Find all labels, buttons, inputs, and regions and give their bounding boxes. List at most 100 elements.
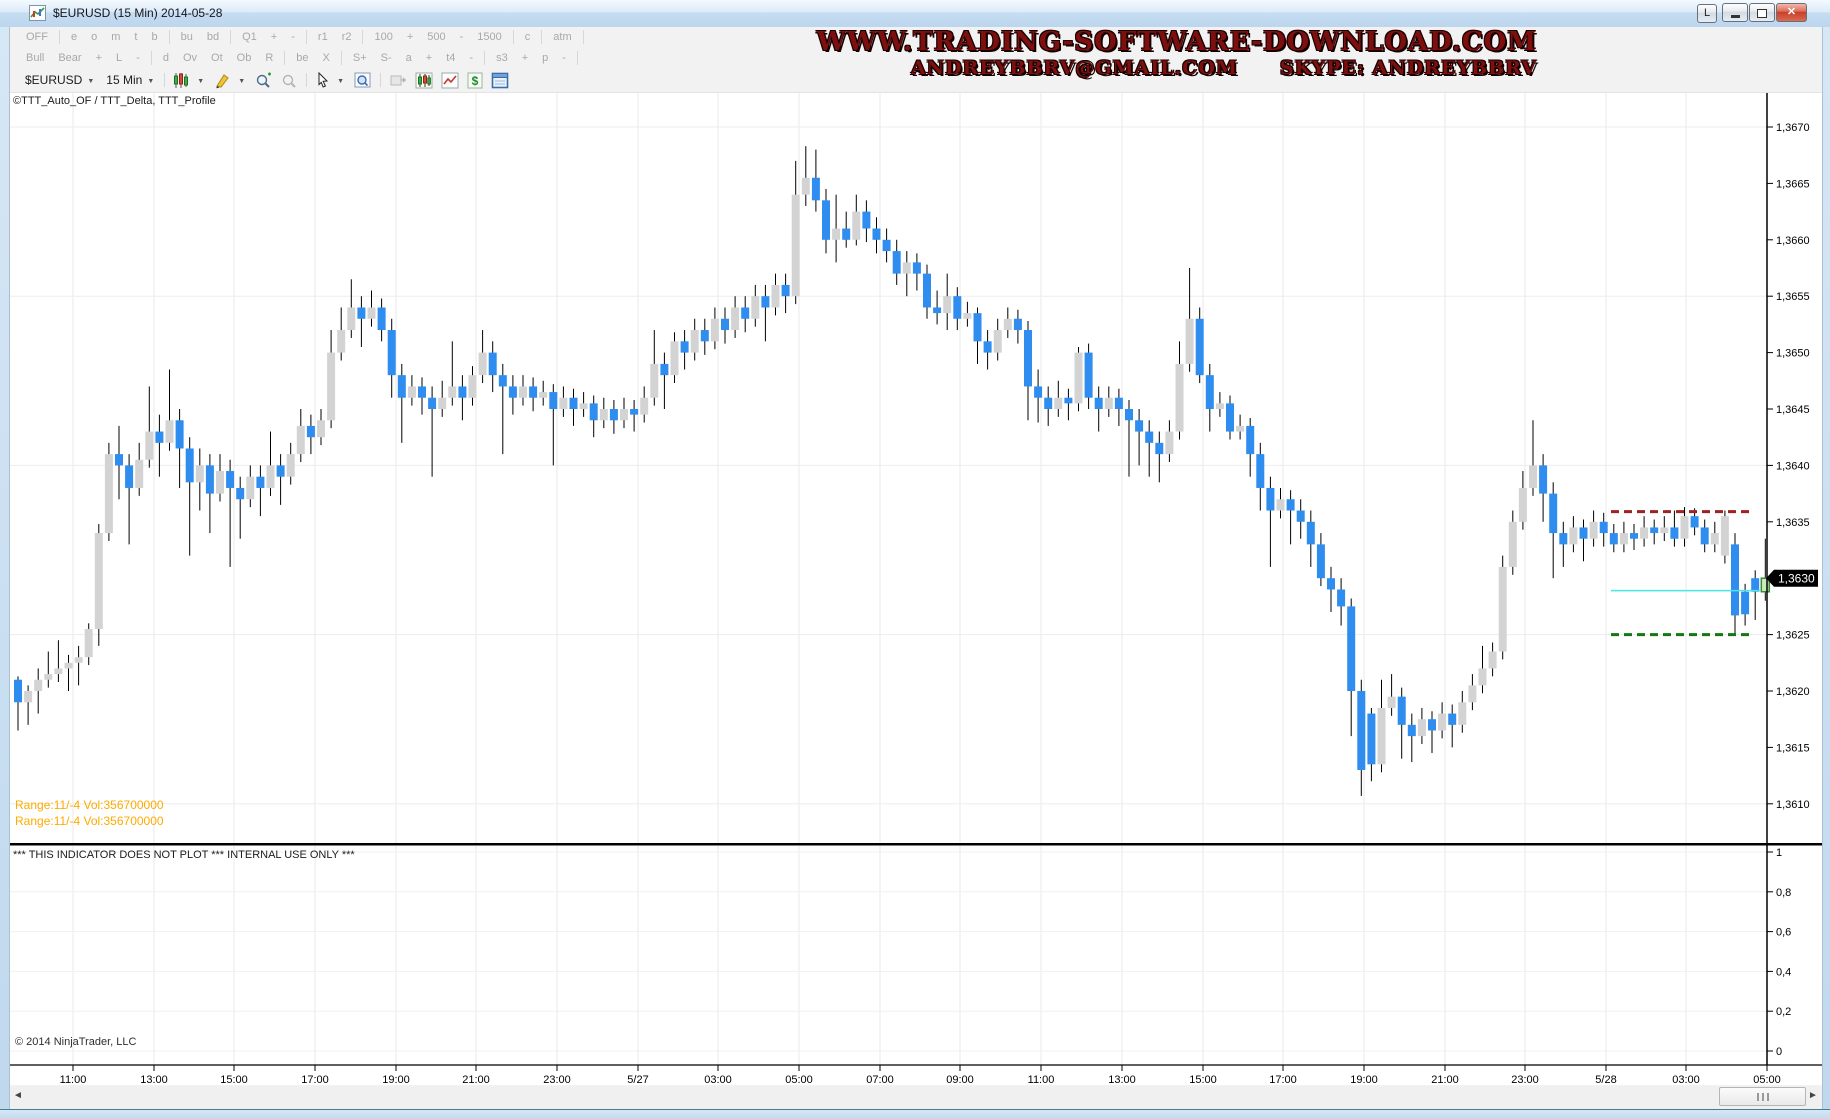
- candle: [408, 386, 416, 397]
- candle: [1600, 522, 1608, 533]
- tb2-btn-S[interactable]: S+: [353, 52, 367, 64]
- tb1-btn-b[interactable]: b: [151, 31, 157, 43]
- tb1-btn-atm[interactable]: atm: [553, 31, 571, 43]
- tb1-btn-100[interactable]: 100: [374, 31, 392, 43]
- candle: [1691, 516, 1699, 527]
- tb2-btn-X[interactable]: X: [323, 52, 330, 64]
- scroll-left-icon[interactable]: ◄: [13, 1090, 23, 1101]
- tb1-btn-Q1[interactable]: Q1: [242, 31, 257, 43]
- tb1-btn-o[interactable]: o: [91, 31, 97, 43]
- candle: [802, 178, 810, 195]
- minimize-button[interactable]: [1722, 3, 1748, 22]
- tb1-btn-[interactable]: +: [271, 31, 277, 43]
- pane-separator[interactable]: [9, 843, 1822, 846]
- time-axis-label: 05:00: [1753, 1074, 1781, 1085]
- tb2-btn-R[interactable]: R: [265, 52, 273, 64]
- chart-type-icon[interactable]: [173, 72, 190, 89]
- zoom-out-icon[interactable]: [281, 72, 298, 89]
- titlebar[interactable]: $EURUSD (15 Min) 2014-05-28 L ✕: [0, 0, 1830, 28]
- tb1-btn-c[interactable]: c: [525, 31, 531, 43]
- price-axis-label: 1,3655: [1776, 291, 1810, 303]
- chevron-down-icon[interactable]: ▼: [238, 78, 245, 85]
- time-axis-label: 11:00: [1028, 1074, 1055, 1085]
- tb2-btn-Ov[interactable]: Ov: [183, 52, 197, 64]
- candle: [1216, 403, 1224, 409]
- tb1-btn-[interactable]: +: [407, 31, 413, 43]
- close-button[interactable]: ✕: [1776, 3, 1807, 22]
- chevron-down-icon[interactable]: ▼: [87, 78, 94, 85]
- window-title: $EURUSD (15 Min) 2014-05-28: [53, 6, 222, 20]
- instrument-selector[interactable]: $EURUSD: [25, 73, 82, 87]
- dollar-icon[interactable]: $: [467, 72, 483, 89]
- tb2-btn-[interactable]: -: [469, 52, 473, 64]
- candle: [984, 341, 992, 352]
- tb2-btn-a[interactable]: a: [406, 52, 412, 64]
- app-icon: [29, 5, 46, 21]
- tb2-btn-t4[interactable]: t4: [446, 52, 455, 64]
- tb2-btn-s3[interactable]: s3: [496, 52, 508, 64]
- tb1-btn-[interactable]: -: [291, 31, 295, 43]
- chevron-down-icon[interactable]: ▼: [147, 78, 154, 85]
- tb1-btn-[interactable]: -: [460, 31, 464, 43]
- tb2-btn-[interactable]: -: [562, 52, 566, 64]
- l-button[interactable]: L: [1697, 4, 1717, 23]
- chart-canvas[interactable]: 1,36701,36651,36601,36551,36501,36451,36…: [9, 93, 1822, 1085]
- candle: [1620, 533, 1628, 544]
- tb1-btn-bd[interactable]: bd: [207, 31, 219, 43]
- tb2-btn-Bull[interactable]: Bull: [26, 52, 44, 64]
- horizontal-scrollbar[interactable]: ◄ ►: [9, 1086, 1822, 1109]
- candle: [428, 398, 436, 409]
- tb2-btn-Ot[interactable]: Ot: [211, 52, 223, 64]
- line-chart-icon[interactable]: [441, 72, 459, 89]
- tb1-btn-bu[interactable]: bu: [181, 31, 193, 43]
- tb2-btn-Bear[interactable]: Bear: [58, 52, 81, 64]
- tb2-btn-d[interactable]: d: [163, 52, 169, 64]
- tb2-btn-[interactable]: -: [136, 52, 140, 64]
- candles-icon[interactable]: [415, 72, 433, 89]
- candle: [65, 663, 73, 669]
- candle: [75, 657, 83, 663]
- scroll-right-icon[interactable]: ►: [1808, 1090, 1818, 1101]
- tb2-btn-[interactable]: +: [426, 52, 432, 64]
- tb1-btn-1500[interactable]: 1500: [477, 31, 501, 43]
- toolbar-separator: [380, 73, 381, 87]
- panel-icon[interactable]: [491, 72, 509, 89]
- pencil-icon[interactable]: [214, 72, 231, 89]
- tb1-btn-e[interactable]: e: [71, 31, 77, 43]
- chevron-down-icon[interactable]: ▼: [337, 78, 344, 85]
- candle: [1367, 714, 1375, 765]
- tb2-btn-[interactable]: +: [96, 52, 102, 64]
- zoom-window-icon[interactable]: [354, 72, 372, 89]
- tb2-btn-L[interactable]: L: [116, 52, 122, 64]
- candle: [1559, 533, 1567, 544]
- restore-button[interactable]: [1749, 3, 1775, 22]
- scrollbar-thumb[interactable]: [1719, 1087, 1806, 1106]
- candle: [570, 398, 578, 409]
- tb1-btn-t[interactable]: t: [134, 31, 137, 43]
- candle: [620, 409, 628, 420]
- tb1-btn-m[interactable]: m: [111, 31, 120, 43]
- candle: [135, 460, 143, 488]
- tb2-btn-S[interactable]: S-: [381, 52, 392, 64]
- tb2-btn-[interactable]: +: [522, 52, 528, 64]
- tb2-btn-p[interactable]: p: [542, 52, 548, 64]
- tb2-btn-Ob[interactable]: Ob: [237, 52, 252, 64]
- tb1-btn-r1[interactable]: r1: [318, 31, 328, 43]
- panel2-axis-label: 0,6: [1776, 927, 1791, 939]
- time-axis-label: 21:00: [1431, 1074, 1459, 1085]
- tb2-btn-be[interactable]: be: [296, 52, 308, 64]
- interval-selector[interactable]: 15 Min: [106, 73, 142, 87]
- tb1-btn-r2[interactable]: r2: [342, 31, 352, 43]
- candle: [529, 386, 537, 397]
- zoom-in-icon[interactable]: [255, 72, 273, 89]
- cursor-icon[interactable]: [315, 72, 330, 89]
- candle: [1580, 527, 1588, 538]
- shift-chart-icon[interactable]: [389, 72, 407, 89]
- window-border-left: [0, 27, 10, 1109]
- chevron-down-icon[interactable]: ▼: [197, 78, 204, 85]
- toolbar-separator: [341, 51, 342, 65]
- candle: [196, 465, 204, 482]
- tb1-btn-500[interactable]: 500: [427, 31, 445, 43]
- tb1-btn-OFF[interactable]: OFF: [26, 31, 48, 43]
- time-axis-label: 11:00: [60, 1074, 87, 1085]
